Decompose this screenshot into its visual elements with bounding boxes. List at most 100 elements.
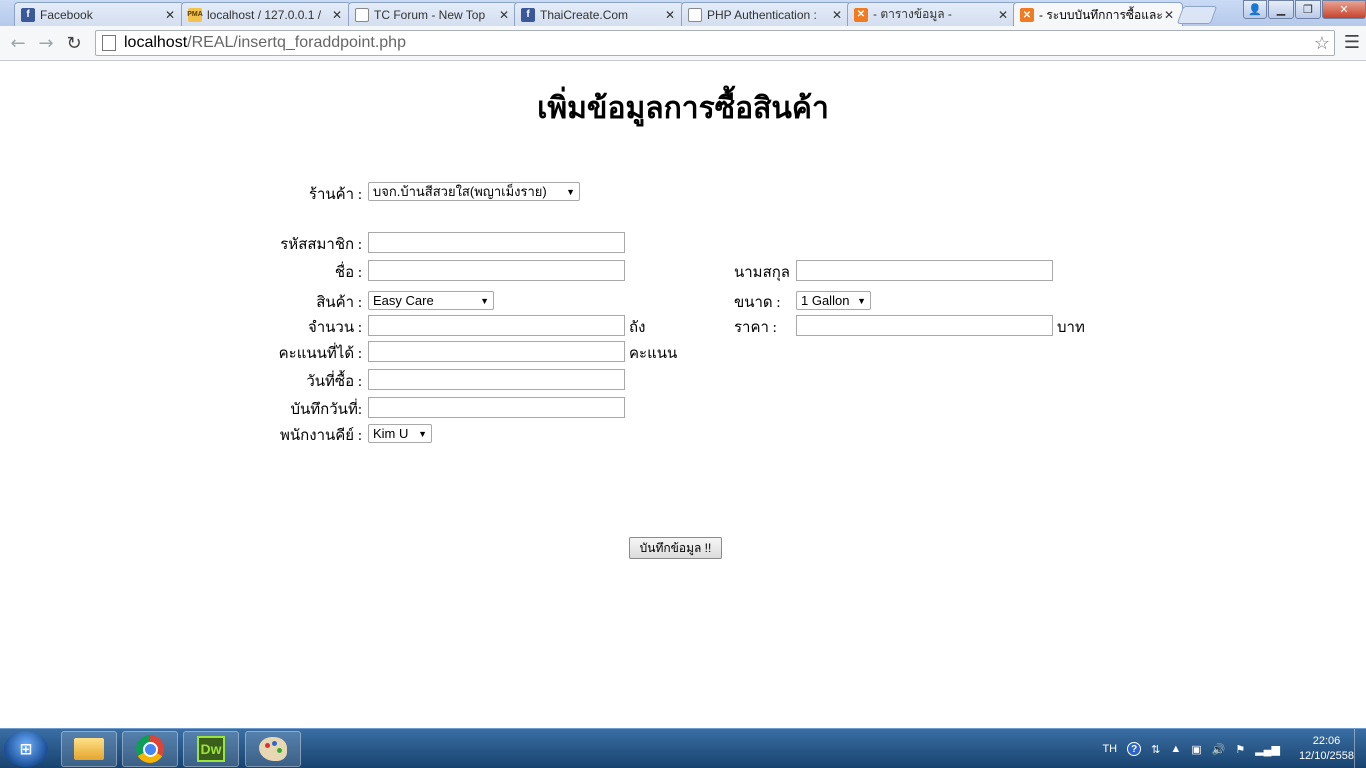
chrome-icon (136, 735, 164, 763)
address-bar[interactable]: localhost/REAL/insertq_foraddpoint.php ☆ (95, 30, 1335, 56)
tab-title: PHP Authentication : (707, 7, 817, 22)
taskbar-paint[interactable] (245, 731, 301, 767)
close-icon[interactable]: ✕ (330, 8, 344, 22)
member-id-input[interactable] (368, 232, 625, 253)
price-input[interactable] (796, 315, 1053, 336)
tab-data-table[interactable]: ✕ - ตารางข้อมูล - ✕ (847, 2, 1017, 26)
address-host: localhost (124, 34, 188, 51)
phpmyadmin-icon: PMA (187, 7, 203, 22)
size-select-value: 1 Gallon (801, 293, 850, 308)
file-explorer-icon (74, 738, 104, 760)
tab-thaicreate[interactable]: f ThaiCreate.Com ✕ (514, 2, 684, 26)
help-icon[interactable]: ? (1127, 742, 1142, 756)
tab-title: ThaiCreate.Com (540, 7, 629, 22)
dropdown-arrow-icon: ▼ (480, 295, 489, 306)
facebook-icon: f (21, 7, 35, 22)
tab-strip: f Facebook ✕ PMA localhost / 127.0.0.1 /… (0, 0, 1366, 27)
close-icon[interactable]: ✕ (497, 8, 511, 22)
document-icon (688, 7, 702, 22)
tab-tc-forum[interactable]: TC Forum - New Top ✕ (348, 2, 518, 26)
close-icon[interactable]: ✕ (1162, 8, 1176, 22)
staff-select-value: Kim U (373, 426, 409, 441)
close-icon[interactable]: ✕ (830, 8, 844, 22)
signal-icon[interactable]: ▂▄▆ (1255, 743, 1280, 756)
maximize-button[interactable]: ❐ (1295, 0, 1321, 19)
taskbar-chrome[interactable] (122, 731, 178, 767)
close-icon[interactable]: ✕ (663, 8, 677, 22)
surname-label: นามสกุล (734, 265, 790, 281)
start-button[interactable]: ⊞ (4, 731, 48, 767)
forward-icon[interactable]: → (32, 29, 60, 57)
product-label: สินค้า : (316, 295, 362, 311)
tray-settings-icon[interactable]: ⇅ (1151, 743, 1160, 756)
dropdown-arrow-icon: ▼ (857, 295, 866, 306)
page-title: เพิ่มข้อมูลการซื้อสินค้า (537, 92, 829, 125)
dropdown-arrow-icon: ▼ (566, 186, 575, 197)
product-select-value: Easy Care (373, 293, 434, 308)
window-controls: 👤 ▁ ❐ ✕ (1242, 0, 1366, 20)
member-id-label: รหัสสมาชิก : (280, 237, 362, 253)
tab-phpmyadmin[interactable]: PMA localhost / 127.0.0.1 / ✕ (181, 2, 351, 26)
tab-facebook[interactable]: f Facebook ✕ (14, 2, 184, 26)
tab-title: - ตารางข้อมูล - (873, 7, 952, 21)
address-path: /REAL/insertq_foraddpoint.php (187, 34, 406, 51)
purchase-date-label: วันที่ซื้อ : (306, 374, 362, 390)
xampp-icon: ✕ (854, 7, 868, 22)
clock[interactable]: 22:06 12/10/2558 (1299, 734, 1354, 764)
tab-title: - ระบบบันทึกการซื้อและ (1039, 7, 1162, 22)
bookmark-star-icon[interactable]: ☆ (1314, 33, 1330, 54)
product-select[interactable]: Easy Care ▼ (368, 291, 494, 310)
network-warning-icon[interactable]: ⚑ (1235, 743, 1245, 756)
shop-label: ร้านค้า : (308, 187, 362, 203)
language-indicator[interactable]: TH (1102, 743, 1117, 755)
name-input[interactable] (368, 260, 625, 281)
record-date-input[interactable] (368, 397, 625, 418)
points-label: คะแนนที่ได้ : (278, 346, 362, 362)
name-label: ชื่อ : (334, 265, 362, 281)
menu-icon[interactable]: ☰ (1344, 32, 1360, 53)
quantity-label: จำนวน : (307, 320, 362, 336)
purchase-date-input[interactable] (368, 369, 625, 390)
show-desktop-button[interactable] (1354, 729, 1366, 768)
minimize-button[interactable]: ▁ (1268, 0, 1294, 19)
points-input[interactable] (368, 341, 625, 362)
volume-icon[interactable]: 🔊 (1212, 743, 1226, 756)
device-icon[interactable]: ▣ (1191, 743, 1201, 756)
dreamweaver-icon: Dw (197, 736, 225, 762)
shop-select[interactable]: บจก.บ้านสีสวยใส(พญาเม็งราย) ▼ (368, 182, 580, 201)
page-content: เพิ่มข้อมูลการซื้อสินค้า ร้านค้า : บจก.บ… (0, 61, 1366, 728)
shop-select-value: บจก.บ้านสีสวยใส(พญาเม็งราย) (373, 184, 547, 199)
browser-toolbar: ← → ↻ localhost/REAL/insertq_foraddpoint… (0, 26, 1366, 61)
paint-icon (259, 737, 287, 761)
document-icon (355, 7, 369, 22)
clock-date: 12/10/2558 (1298, 750, 1354, 762)
back-icon[interactable]: ← (4, 29, 32, 57)
system-tray: TH ? ⇅ ▲ ▣ 🔊 ⚑ ▂▄▆ 22:06 12/10/2558 (1097, 729, 1354, 768)
tab-php-authentication[interactable]: PHP Authentication : ✕ (681, 2, 851, 26)
quantity-unit: ถัง (629, 320, 646, 336)
quantity-input[interactable] (368, 315, 625, 336)
user-icon[interactable]: 👤 (1243, 0, 1267, 19)
price-unit: บาท (1057, 320, 1085, 336)
close-icon[interactable]: ✕ (996, 8, 1010, 22)
tab-purchase-system[interactable]: ✕ - ระบบบันทึกการซื้อและ ✕ (1013, 2, 1183, 27)
surname-input[interactable] (796, 260, 1053, 281)
save-button[interactable]: บันทึกข้อมูล !! (629, 537, 722, 559)
show-hidden-icons-icon[interactable]: ▲ (1170, 743, 1181, 755)
reload-icon[interactable]: ↻ (60, 29, 88, 57)
clock-time: 22:06 (1312, 735, 1341, 747)
taskbar-file-explorer[interactable] (61, 731, 117, 767)
size-select[interactable]: 1 Gallon ▼ (796, 291, 871, 310)
window-close-button[interactable]: ✕ (1322, 0, 1366, 19)
taskbar: ⊞ Dw TH ? ⇅ ▲ ▣ 🔊 ⚑ ▂▄▆ 22:06 12/10/2558 (0, 728, 1366, 768)
size-label: ขนาด : (734, 295, 781, 311)
dropdown-arrow-icon: ▼ (418, 428, 427, 439)
close-icon[interactable]: ✕ (163, 8, 177, 22)
staff-label: พนักงานคีย์ : (280, 428, 362, 444)
new-tab-button[interactable] (1176, 6, 1218, 24)
staff-select[interactable]: Kim U ▼ (368, 424, 432, 443)
xampp-icon: ✕ (1020, 8, 1034, 22)
tab-title: localhost / 127.0.0.1 / (207, 7, 322, 22)
taskbar-dreamweaver[interactable]: Dw (183, 731, 239, 767)
facebook-icon: f (521, 7, 535, 22)
